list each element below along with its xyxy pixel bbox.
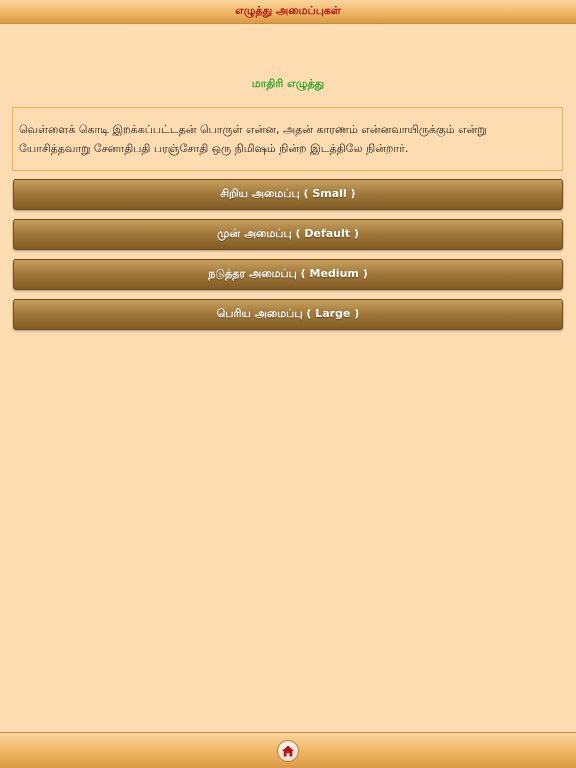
page-title: எழுத்து அமைப்புகள் [235,4,341,17]
home-icon [282,745,294,757]
sample-text-box: வெள்ளைக் கொடி இறக்கப்பட்டதன் பொருள் என்ன… [12,107,563,171]
title-bar: எழுத்து அமைப்புகள் [0,0,576,24]
medium-size-button-label: நடுத்தர அமைப்பு ( Medium ) [208,267,368,280]
default-size-button-label: முன் அமைப்பு ( Default ) [217,227,359,240]
default-size-button[interactable]: முன் அமைப்பு ( Default ) [13,219,563,250]
home-button[interactable] [277,740,299,762]
bottom-bar [0,732,576,768]
small-size-button-label: சிறிய அமைப்பு ( Small ) [220,187,356,200]
sample-text: வெள்ளைக் கொடி இறக்கப்பட்டதன் பொருள் என்ன… [19,123,487,155]
medium-size-button[interactable]: நடுத்தர அமைப்பு ( Medium ) [13,259,563,290]
small-size-button[interactable]: சிறிய அமைப்பு ( Small ) [13,179,563,210]
large-size-button[interactable]: பெரிய அமைப்பு ( Large ) [13,299,563,330]
page: எழுத்து அமைப்புகள் மாதிரி எழுத்து வெள்ளை… [0,0,576,768]
sample-heading: மாதிரி எழுத்து [251,77,325,90]
large-size-button-label: பெரிய அமைப்பு ( Large ) [216,307,360,320]
